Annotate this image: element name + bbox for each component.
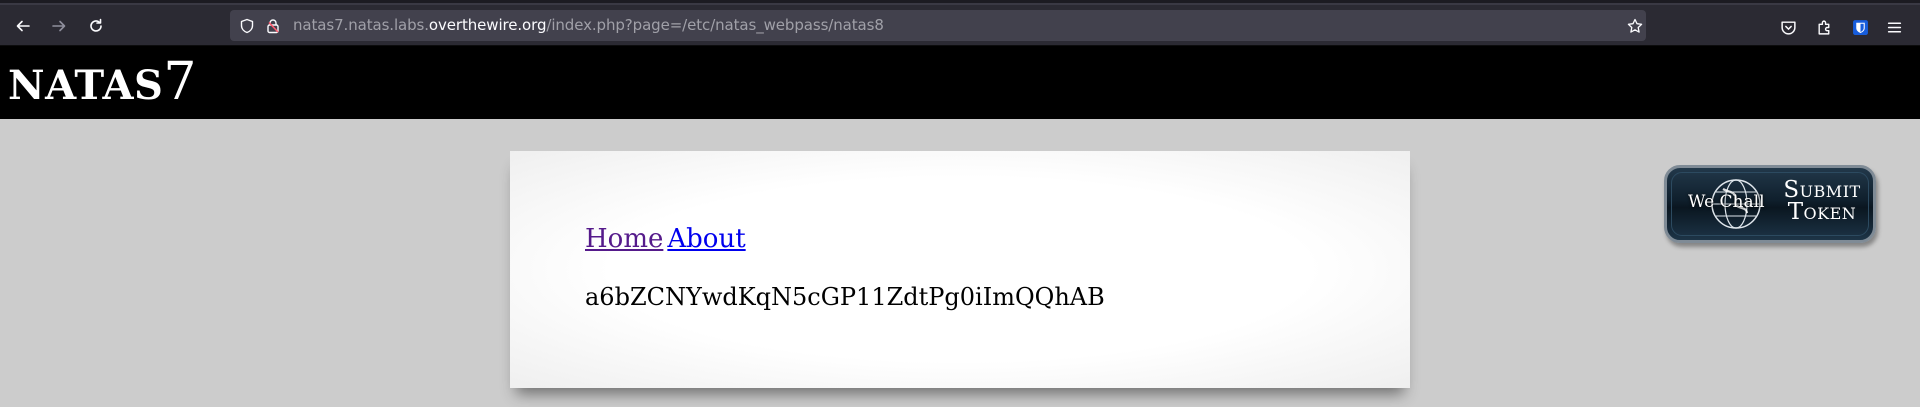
url-text[interactable]: natas7.natas.labs.overthewire.org/index.… [293, 16, 884, 35]
browser-toolbar: natas7.natas.labs.overthewire.org/index.… [0, 5, 1920, 46]
web-page: NATAS7 Home About a6bZCNYwdKqN5cGP11ZdtPg… [0, 46, 1920, 407]
wechall-submit-token-button[interactable]: We Chall Submit Token [1664, 165, 1876, 243]
menu-icon [1887, 21, 1901, 33]
bitwarden-icon [1852, 19, 1868, 35]
submit-token-line1: Submit [1783, 177, 1861, 203]
lock-icon [266, 18, 279, 33]
url-prefix: natas7.natas.labs. [293, 16, 429, 34]
about-link[interactable]: About [667, 224, 745, 254]
forward-icon [52, 20, 66, 32]
star-icon [1627, 18, 1642, 33]
content-box: Home About a6bZCNYwdKqN5cGP11ZdtPg0iImQQh… [510, 151, 1410, 388]
forward-button[interactable] [46, 13, 72, 39]
tracking-protection-button[interactable] [238, 17, 255, 34]
bitwarden-button[interactable] [1851, 18, 1869, 36]
extensions-icon [1817, 20, 1829, 35]
nav-links: Home About [585, 224, 746, 254]
site-info-button[interactable] [264, 17, 281, 34]
url-path: /index.php?page=/etc/natas_webpass/natas… [546, 16, 884, 34]
address-bar[interactable]: natas7.natas.labs.overthewire.org/index.… [230, 10, 1646, 41]
pocket-button[interactable] [1779, 18, 1797, 36]
site-title-number: 7 [163, 52, 197, 112]
site-title-word: NATAS [8, 62, 164, 109]
back-icon [16, 20, 30, 32]
pocket-icon [1780, 20, 1796, 35]
extensions-button[interactable] [1815, 18, 1833, 36]
bookmark-button[interactable] [1626, 17, 1643, 34]
url-host: overthewire.org [428, 16, 547, 34]
home-link[interactable]: Home [585, 224, 663, 254]
back-button[interactable] [10, 13, 36, 39]
submit-token-label: Submit Token [1774, 177, 1870, 225]
site-header: NATAS7 [0, 46, 1920, 119]
wechall-brand: We Chall [1688, 192, 1765, 212]
reload-icon [90, 18, 102, 32]
shield-icon [240, 18, 253, 33]
site-title: NATAS7 [8, 52, 197, 112]
reload-button[interactable] [83, 13, 109, 39]
submit-token-line2: Token [1787, 199, 1857, 225]
app-menu-button[interactable] [1885, 18, 1903, 36]
password-text: a6bZCNYwdKqN5cGP11ZdtPg0iImQQhAB [585, 283, 1105, 311]
